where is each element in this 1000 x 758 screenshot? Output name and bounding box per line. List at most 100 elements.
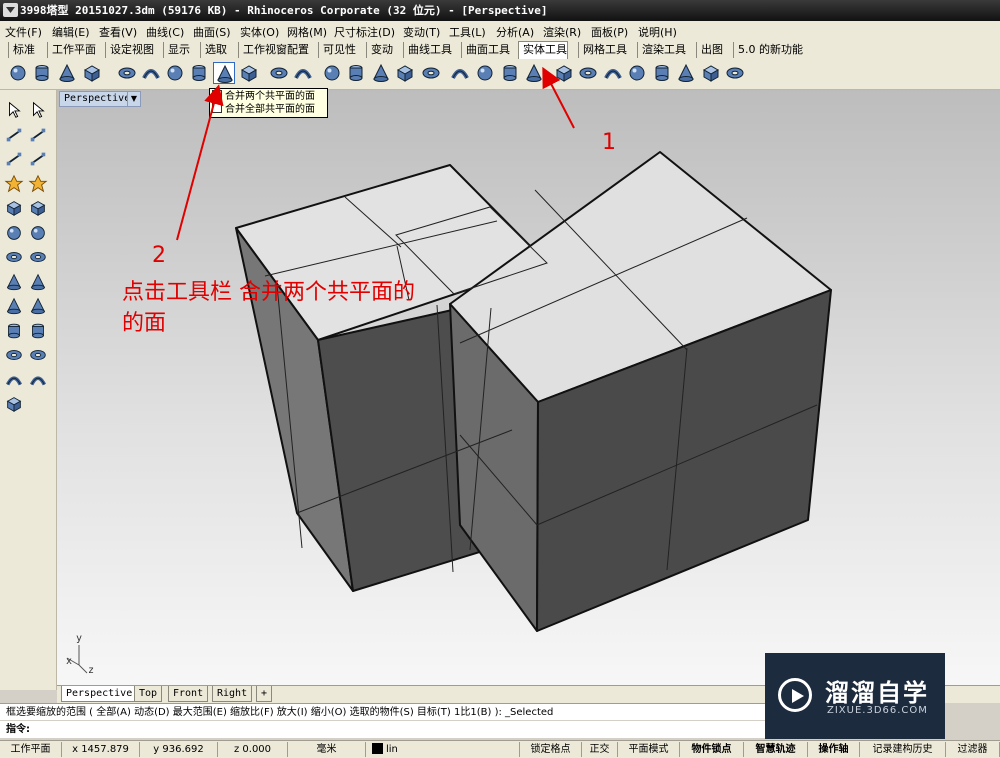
solid-tool-cone-button[interactable]: [56, 62, 78, 84]
status-cplane[interactable]: 工作平面: [0, 742, 62, 757]
menu-solid[interactable]: 实体(O): [240, 24, 279, 40]
tab-display[interactable]: 显示: [163, 42, 190, 58]
left-tool-pipe-2-button[interactable]: [28, 370, 48, 390]
left-tool-explode-1-button[interactable]: [4, 174, 24, 194]
left-tool-torus-1-button[interactable]: [4, 345, 24, 365]
menu-transform[interactable]: 变动(T): [403, 24, 440, 40]
viewtab-perspective[interactable]: Perspective: [61, 686, 138, 702]
tab-drafting[interactable]: 出图: [696, 42, 723, 58]
tab-curve-tools[interactable]: 曲线工具: [403, 42, 452, 58]
menu-curve[interactable]: 曲线(C): [146, 24, 184, 40]
left-tool-torus-2-button[interactable]: [28, 345, 48, 365]
left-tool-point-2-button[interactable]: [28, 125, 48, 145]
menu-panels[interactable]: 面板(P): [591, 24, 628, 40]
rhino-app-icon[interactable]: [3, 3, 18, 17]
solid-tool-box-button[interactable]: [553, 62, 575, 84]
menu-tools[interactable]: 工具(L): [449, 24, 486, 40]
menu-surface[interactable]: 曲面(S): [193, 24, 231, 40]
solid-tool-torus-button[interactable]: [268, 62, 290, 84]
perspective-viewport[interactable]: y x z Perspective ▼: [57, 90, 1000, 685]
left-tool-ellipsoid-2-button[interactable]: [28, 247, 48, 267]
tab-viewport-layout[interactable]: 工作视窗配置: [238, 42, 309, 58]
menu-edit[interactable]: 编辑(E): [52, 24, 90, 40]
left-tool-point-1-button[interactable]: [4, 125, 24, 145]
solid-tool-cylinder-button[interactable]: [31, 62, 53, 84]
left-tool-cylinder-2-button[interactable]: [28, 321, 48, 341]
tab-solid-tools[interactable]: 实体工具: [518, 41, 568, 60]
toggle-record-history[interactable]: 记录建构历史: [860, 742, 946, 757]
menu-analyze[interactable]: 分析(A): [496, 24, 534, 40]
solid-tool-torus-button[interactable]: [116, 62, 138, 84]
solid-tool-cone-button[interactable]: [675, 62, 697, 84]
add-viewtab-button[interactable]: +: [256, 686, 273, 702]
left-tool-cone-2-button[interactable]: [28, 272, 48, 292]
toggle-planar[interactable]: 平面模式: [618, 742, 680, 757]
solid-tool-box-button[interactable]: [81, 62, 103, 84]
tab-select[interactable]: 选取: [200, 42, 227, 58]
left-tool-select-2-button[interactable]: [28, 100, 48, 120]
solid-tool-pipe-button[interactable]: [292, 62, 314, 84]
left-tool-select-1-button[interactable]: [4, 100, 24, 120]
solid-tool-sphere-button[interactable]: [7, 62, 29, 84]
tab-set-view[interactable]: 设定视图: [105, 42, 154, 58]
left-tool-pyramid-1-button[interactable]: [4, 296, 24, 316]
toggle-filter[interactable]: 过滤器: [946, 742, 1000, 757]
solid-tool-box-button[interactable]: [394, 62, 416, 84]
solid-tool-torus-button[interactable]: [577, 62, 599, 84]
solid-tool-box-button[interactable]: [700, 62, 722, 84]
viewport-menu-arrow[interactable]: ▼: [127, 91, 141, 107]
left-tool-sphere-1-button[interactable]: [4, 223, 24, 243]
solid-tool-cylinder-button[interactable]: [499, 62, 521, 84]
solid-tool-torus-button[interactable]: [420, 62, 442, 84]
menu-mesh[interactable]: 网格(M): [287, 24, 327, 40]
solid-tool-sphere-button[interactable]: [164, 62, 186, 84]
menu-help[interactable]: 说明(H): [638, 24, 677, 40]
left-tool-explode-2-button[interactable]: [28, 174, 48, 194]
toggle-smarttrack[interactable]: 智慧轨迹: [744, 742, 808, 757]
tab-new-in-v5[interactable]: 5.0 的新功能: [733, 42, 803, 58]
toggle-gumball[interactable]: 操作轴: [808, 742, 860, 757]
status-layer[interactable]: lin: [366, 742, 520, 757]
menu-view[interactable]: 查看(V): [99, 24, 137, 40]
status-units[interactable]: 毫米: [288, 742, 366, 757]
menu-file[interactable]: 文件(F): [5, 24, 42, 40]
command-prompt[interactable]: 指令:: [0, 721, 765, 738]
solid-tool-cylinder-button[interactable]: [345, 62, 367, 84]
left-tool-sphere-2-button[interactable]: [28, 223, 48, 243]
solid-tool-sphere-button[interactable]: [626, 62, 648, 84]
solid-tool-cylinder-button[interactable]: [188, 62, 210, 84]
solid-tool-cylinder-button[interactable]: [651, 62, 673, 84]
viewtab-front[interactable]: Front: [168, 686, 209, 702]
left-tool-line-2-button[interactable]: [28, 149, 48, 169]
tab-render-tools[interactable]: 渲染工具: [637, 42, 686, 58]
left-tool-pipe-1-button[interactable]: [4, 370, 24, 390]
solid-tool-torus-button[interactable]: [724, 62, 746, 84]
tab-cplanes[interactable]: 工作平面: [47, 42, 96, 58]
toggle-grid-snap[interactable]: 锁定格点: [520, 742, 582, 757]
left-tool-cone-1-button[interactable]: [4, 272, 24, 292]
left-tool-cylinder-1-button[interactable]: [4, 321, 24, 341]
solid-tool-cone-button[interactable]: [370, 62, 392, 84]
tab-surface-tools[interactable]: 曲面工具: [461, 42, 510, 58]
solid-tool-pipe-button[interactable]: [449, 62, 471, 84]
tab-transform[interactable]: 变动: [366, 42, 393, 58]
left-tool-box-1-button[interactable]: [4, 394, 24, 414]
solid-tool-pipe-button[interactable]: [140, 62, 162, 84]
merge-coplanar-faces-button[interactable]: [213, 62, 235, 84]
toggle-osnap[interactable]: 物件锁点: [680, 742, 744, 757]
menu-render[interactable]: 渲染(R): [543, 24, 581, 40]
menu-dimension[interactable]: 尺寸标注(D): [334, 24, 395, 40]
left-tool-ellipsoid-1-button[interactable]: [4, 247, 24, 267]
solid-tool-box-button[interactable]: [238, 62, 260, 84]
left-tool-line-1-button[interactable]: [4, 149, 24, 169]
viewtab-top[interactable]: Top: [134, 686, 163, 702]
tab-standard[interactable]: 标准: [8, 42, 35, 58]
solid-tool-sphere-button[interactable]: [321, 62, 343, 84]
solid-tool-pipe-button[interactable]: [602, 62, 624, 84]
solid-tool-sphere-button[interactable]: [474, 62, 496, 84]
toggle-ortho[interactable]: 正交: [582, 742, 618, 757]
tab-mesh-tools[interactable]: 网格工具: [578, 42, 627, 58]
solid-tool-cone-button[interactable]: [523, 62, 545, 84]
viewtab-right[interactable]: Right: [212, 686, 253, 702]
left-tool-box-1-button[interactable]: [4, 198, 24, 218]
